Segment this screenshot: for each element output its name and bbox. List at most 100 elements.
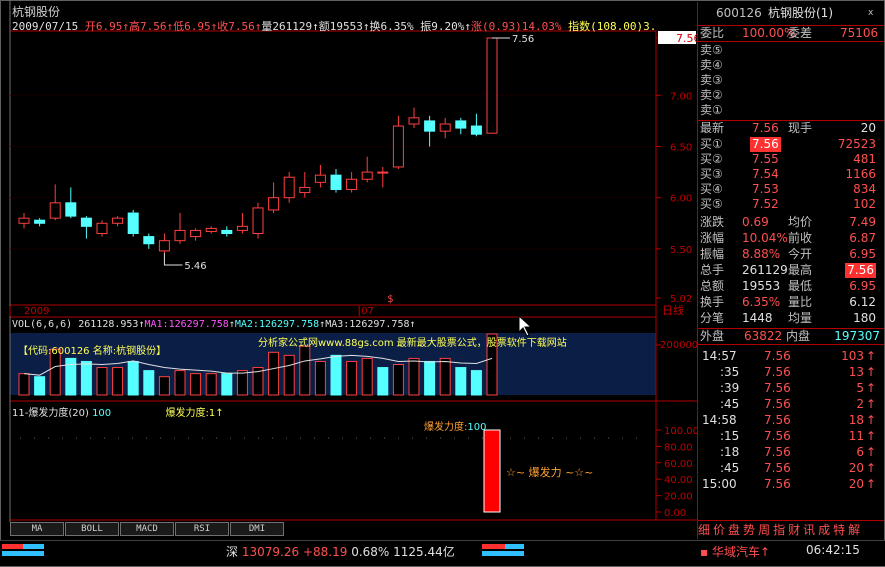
volume-bar [299,345,311,396]
stat-row: 涨幅 10.04% 前收 6.87 [700,231,876,245]
price-axis-label: 6.50 [670,143,692,154]
quote-tab-价[interactable]: 价 [713,523,726,537]
burst-panel-header: 11-爆发力度(20) 100 爆发力度:1↑ [12,408,224,419]
ratio-row: 委比 100.00% 委差 75106 [698,25,884,42]
tick-row: :39 7.56 5 ↑ [720,381,876,395]
time-axis-year: 2009 [24,306,49,317]
last-price-row: 最新 7.56 现手 20 [698,120,884,135]
dollar-marker: $ [387,294,393,305]
volume-bar [377,367,389,396]
change-value: (0.93)14.03% [481,20,562,33]
candle-body [439,123,451,132]
tab-dmi[interactable]: DMI [230,522,284,536]
volume-bar [283,354,295,396]
quote-tab-势[interactable]: 势 [743,523,756,537]
volume-bar [455,367,467,396]
tab-macd[interactable]: MACD [120,522,174,536]
price-axis-label: 5.50 [670,245,692,256]
tab-ma[interactable]: MA [10,522,64,536]
kline-panel [9,30,657,306]
volume-value: 261129 [272,20,313,33]
quote-tab-讯[interactable]: 讯 [803,523,816,537]
sell-row: 卖② [700,88,723,102]
candle-body [158,240,170,252]
candle-body [96,222,108,235]
quote-bottom-tabs: 细价盘势周指财讯成特解 [698,520,884,537]
index-amount: 1125.44亿 [393,545,455,559]
candle-body [283,176,295,199]
burst-axis-label: 80.00 [664,442,693,453]
period-label: 日线 [662,303,684,317]
diff-value: 75106 [840,26,879,40]
star-icon: ☆~ [506,466,526,479]
candle-body [221,229,233,235]
sell-row: 卖① [700,103,723,117]
market-index[interactable]: 深 13079.26 +88.19 0.68% 1125.44亿 [226,543,455,560]
buy-row: 买④ 7.53 834 [700,182,876,196]
stock-code: 600126 [716,6,762,20]
tick-row: :15 7.56 11 ↑ [720,429,876,443]
news-ticker[interactable]: ▪ 华域汽车↑ [700,543,770,560]
quote-tab-财[interactable]: 财 [788,523,801,537]
volume-bar [96,367,108,396]
burst-axis-label: 60.00 [664,459,693,470]
tick-row: 15:00 7.56 20 ↑ [702,477,876,491]
stat-row: 涨跌 0.69 均价 7.49 [700,215,876,229]
buy-row: 买① 7.56 72523 [700,137,876,152]
quote-tab-盘[interactable]: 盘 [728,523,741,537]
volume-bar [205,373,217,396]
burst-axis-label: 20.00 [664,492,693,503]
price-axis-label: 7.56 [676,32,697,45]
volume-bar [112,367,124,396]
volume-bar [439,357,451,396]
high-marker-label: 7.56 [512,34,534,45]
quote-tab-成[interactable]: 成 [818,523,831,537]
volume-bar [236,370,248,396]
outer-inner-row: 外盘 63822 内盘 197307 [698,328,884,345]
buy-volume: 481 [853,152,876,166]
candle-body [424,120,436,132]
index-value: (108.00)3. [590,20,657,33]
stat-row: 分笔 1448 均量 180 [700,311,876,325]
quote-tab-周[interactable]: 周 [758,523,771,537]
buy-price: 7.52 [752,197,779,211]
buy-row: 买② 7.55 481 [700,152,876,166]
candle-body [65,202,77,217]
low-value: 6.95 [184,20,211,33]
price-axis-label: 7.00 [670,91,692,102]
ad-banner-text[interactable]: 分析家公式网www.88gs.com 最新最大股票公式，股票软件下载网站 [258,334,567,349]
candle-body [486,37,498,134]
chart-canvas[interactable]: 7.567.006.506.005.505.027.565.46200907$日… [0,0,697,522]
clock: 06:42:15 [806,543,860,557]
vol-panel-header: VOL(6,6,6) 261128.953↑MA1:126297.758↑MA2… [12,319,416,330]
high-value: 7.56 [139,20,167,33]
buy-price: 7.54 [752,167,779,181]
volume-bar [34,376,46,396]
quote-title-row: 600126 杭钢股份(1) x [698,6,884,21]
volume-bar [158,376,170,396]
close-icon: x [868,8,874,18]
quote-tab-指[interactable]: 指 [773,523,786,537]
sell-row: 卖④ [700,58,723,72]
candle-body [470,125,482,135]
candle-body [143,236,155,245]
index-change: +88.19 [302,545,348,559]
tab-boll[interactable]: BOLL [65,522,119,536]
buy-price: 7.56 [750,137,781,152]
burst-axis-label: 0.00 [664,508,686,519]
burst-arrow-annotation: ☆~ 爆发力 ~☆~ [506,466,594,479]
quote-tab-特[interactable]: 特 [833,523,846,537]
close-value: 7.56 [228,20,255,33]
tab-rsi[interactable]: RSI [175,522,229,536]
status-indicator-right [482,544,524,556]
quote-tab-解[interactable]: 解 [848,523,861,537]
stat-row: 换手 6.35% 量比 6.12 [700,295,876,309]
volume-bar [392,364,404,396]
candle-body [80,217,92,227]
low-marker-line [163,252,183,266]
index-pct: 0.68% [351,545,390,559]
status-indicator-left [2,544,44,556]
quote-tab-细[interactable]: 细 [698,523,711,537]
last-price: 7.56 [752,121,779,135]
amount-value: 19553 [329,20,363,33]
